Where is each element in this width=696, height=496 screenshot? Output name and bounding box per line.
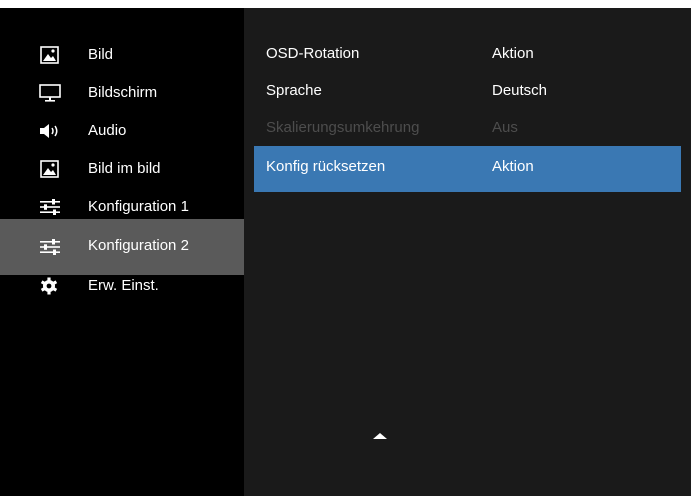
sliders-icon (38, 198, 62, 216)
option-value: Deutsch (492, 82, 548, 99)
sidebar-item-bild-im-bild[interactable]: Bild im bild (0, 149, 244, 187)
option-row-konfig-ruecksetzen[interactable]: Konfig rücksetzen Aktion (254, 146, 681, 192)
options-panel: OSD-Rotation Aktion Sprache Deutsch Skal… (244, 8, 691, 496)
monitor-icon (38, 84, 62, 102)
option-value: Aktion (492, 158, 534, 175)
sidebar-item-label: Audio (88, 122, 127, 139)
sidebar-item-label: Konfiguration 2 (88, 237, 189, 254)
option-value: Aus (492, 119, 518, 136)
picture-icon (38, 46, 62, 64)
sidebar-item-bild[interactable]: Bild (0, 35, 244, 73)
triangle-up-icon[interactable] (372, 428, 388, 439)
option-name: OSD-Rotation (266, 45, 360, 62)
sidebar-item-erw-einst[interactable]: Erw. Einst. (0, 266, 244, 304)
speaker-icon (38, 122, 62, 140)
gear-icon (38, 277, 62, 295)
sidebar-item-label: Bild im bild (88, 160, 161, 177)
sidebar-item-label: Bild (88, 46, 114, 63)
sidebar-item-label: Erw. Einst. (88, 277, 159, 294)
option-name: Sprache (266, 82, 322, 99)
osd-screen: Bild Bildschirm Audio Bild im bild Konfi… (0, 0, 696, 496)
sliders-icon (38, 238, 62, 256)
sidebar-item-bildschirm[interactable]: Bildschirm (0, 73, 244, 111)
option-value: Aktion (492, 45, 534, 62)
option-row-sprache[interactable]: Sprache Deutsch (254, 73, 681, 110)
option-name: Skalierungsumkehrung (266, 119, 420, 136)
picture-in-picture-icon (38, 160, 62, 178)
sidebar-item-audio[interactable]: Audio (0, 111, 244, 149)
sidebar-item-label: Bildschirm (88, 84, 158, 101)
option-row-skalierungsumkehrung: Skalierungsumkehrung Aus (254, 110, 681, 147)
sidebar-item-label: Konfiguration 1 (88, 198, 189, 215)
option-name: Konfig rücksetzen (266, 158, 386, 175)
sidebar-menu: Bild Bildschirm Audio Bild im bild Konfi… (0, 8, 244, 496)
option-row-osd-rotation[interactable]: OSD-Rotation Aktion (254, 36, 681, 73)
